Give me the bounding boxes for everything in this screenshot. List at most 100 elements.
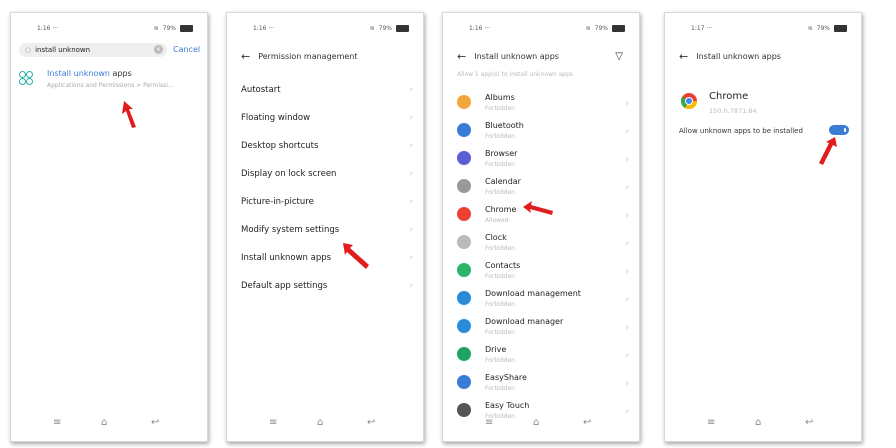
home-nav-icon[interactable]: ⌂ — [533, 417, 539, 428]
app-list-item[interactable]: Albums Forbidden › — [443, 93, 639, 119]
clear-search-icon[interactable]: × — [154, 45, 163, 54]
app-icon — [457, 347, 471, 361]
app-icon — [457, 375, 471, 389]
chevron-right-icon: › — [409, 281, 413, 291]
cancel-button[interactable]: Cancel — [173, 45, 200, 54]
back-arrow-icon[interactable]: ← — [679, 50, 688, 63]
result-title-rest: apps — [109, 69, 132, 78]
filter-icon[interactable]: ▽ — [615, 51, 623, 62]
screen-header: ← Permission management — [241, 47, 409, 65]
back-nav-icon[interactable]: ↩ — [583, 417, 591, 428]
app-icon — [457, 95, 471, 109]
menu-nav-icon[interactable]: ≡ — [269, 417, 277, 428]
status-bar: 1:16 ··· ≋ 79% — [443, 25, 639, 37]
chevron-right-icon: › — [625, 351, 629, 361]
app-list-item[interactable]: Download manager Forbidden › — [443, 317, 639, 343]
menu-item-label: Display on lock screen — [241, 169, 337, 179]
app-permission-status: Forbidden — [485, 161, 515, 168]
search-input[interactable]: ○ install unknown × — [19, 43, 167, 57]
status-time: 1:16 ··· — [253, 25, 275, 32]
menu-item[interactable]: Display on lock screen › — [241, 169, 413, 179]
app-name: Easy Touch — [485, 401, 530, 410]
app-name: Browser — [485, 149, 518, 158]
home-nav-icon[interactable]: ⌂ — [101, 417, 107, 428]
pointer-arrow — [523, 201, 553, 215]
app-name: Chrome — [709, 91, 749, 102]
allow-unknown-apps-toggle[interactable] — [829, 125, 849, 135]
back-arrow-icon[interactable]: ← — [457, 50, 466, 63]
phone-permission-screen: 1:16 ··· ≋ 79% ← Permission management Au… — [226, 12, 424, 442]
phone-app-list-screen: 1:16 ··· ≋ 79% ← Install unknown apps ▽ A… — [442, 12, 640, 442]
app-name: EasyShare — [485, 373, 527, 382]
toggle-label: Allow unknown apps to be installed — [679, 127, 803, 135]
settings-app-icon — [19, 71, 33, 85]
battery-level: 79% — [162, 25, 176, 32]
back-arrow-icon[interactable]: ← — [241, 50, 250, 63]
menu-item-install-unknown-apps[interactable]: Install unknown apps › — [241, 253, 413, 263]
app-icon — [457, 179, 471, 193]
menu-item-label: Modify system settings — [241, 225, 340, 235]
menu-item-label: Floating window — [241, 113, 311, 123]
menu-item[interactable]: Floating window › — [241, 113, 413, 123]
app-list-item[interactable]: EasyShare Forbidden › — [443, 373, 639, 399]
chevron-right-icon: › — [625, 211, 629, 221]
wifi-icon: ≋ — [369, 25, 375, 32]
home-nav-icon[interactable]: ⌂ — [317, 417, 323, 428]
chevron-right-icon: › — [625, 99, 629, 109]
app-name: Calendar — [485, 177, 521, 186]
chevron-right-icon: › — [625, 239, 629, 249]
battery-icon — [396, 25, 409, 32]
battery-icon — [612, 25, 625, 32]
back-nav-icon[interactable]: ↩ — [367, 417, 375, 428]
app-permission-status: Forbidden — [485, 105, 515, 112]
search-result-item[interactable]: Install unknown apps Applications and Pe… — [47, 69, 197, 99]
chevron-right-icon: › — [409, 197, 413, 207]
chrome-app-icon — [681, 93, 697, 109]
chevron-right-icon: › — [625, 127, 629, 137]
chevron-right-icon: › — [625, 379, 629, 389]
app-name: Clock — [485, 233, 507, 242]
back-nav-icon[interactable]: ↩ — [805, 417, 813, 428]
chevron-right-icon: › — [409, 225, 413, 235]
app-list-item[interactable]: Calendar Forbidden › — [443, 177, 639, 203]
app-icon — [457, 263, 471, 277]
app-list-item[interactable]: Drive Forbidden › — [443, 345, 639, 371]
chevron-right-icon: › — [625, 267, 629, 277]
app-name: Bluetooth — [485, 121, 524, 130]
menu-item[interactable]: Picture-in-picture › — [241, 197, 413, 207]
status-time: 1:16 ··· — [37, 25, 59, 32]
menu-item[interactable]: Desktop shortcuts › — [241, 141, 413, 151]
chevron-right-icon: › — [625, 295, 629, 305]
page-title: Install unknown apps — [696, 51, 781, 61]
home-nav-icon[interactable]: ⌂ — [755, 417, 761, 428]
app-list-item[interactable]: Contacts Forbidden › — [443, 261, 639, 287]
app-permission-status: Forbidden — [485, 357, 515, 364]
battery-icon — [834, 25, 847, 32]
battery-level: 79% — [816, 25, 830, 32]
chevron-right-icon: › — [409, 85, 413, 95]
menu-item-label: Autostart — [241, 85, 281, 95]
app-list-item[interactable]: Clock Forbidden › — [443, 233, 639, 259]
app-list-item[interactable]: Bluetooth Forbidden › — [443, 121, 639, 147]
menu-item[interactable]: Default app settings › — [241, 281, 413, 291]
battery-level: 79% — [594, 25, 608, 32]
back-nav-icon[interactable]: ↩ — [151, 417, 159, 428]
pointer-arrow — [819, 137, 837, 165]
pointer-arrow — [343, 243, 369, 269]
app-list-item[interactable]: Download management Forbidden › — [443, 289, 639, 315]
app-name: Download management — [485, 289, 581, 298]
menu-item[interactable]: Autostart › — [241, 85, 413, 95]
menu-item-label: Install unknown apps — [241, 253, 332, 263]
app-list-item[interactable]: Browser Forbidden › — [443, 149, 639, 175]
chevron-right-icon: › — [625, 407, 629, 417]
battery-level: 79% — [378, 25, 392, 32]
menu-nav-icon[interactable]: ≡ — [707, 417, 715, 428]
app-permission-status: Allowed — [485, 217, 509, 224]
menu-item[interactable]: Modify system settings › — [241, 225, 413, 235]
battery-icon — [180, 25, 193, 32]
menu-item-label: Picture-in-picture — [241, 197, 314, 207]
navigation-bar: ≡ ⌂ ↩ — [227, 417, 423, 431]
menu-nav-icon[interactable]: ≡ — [485, 417, 493, 428]
chevron-right-icon: › — [625, 323, 629, 333]
menu-nav-icon[interactable]: ≡ — [53, 417, 61, 428]
